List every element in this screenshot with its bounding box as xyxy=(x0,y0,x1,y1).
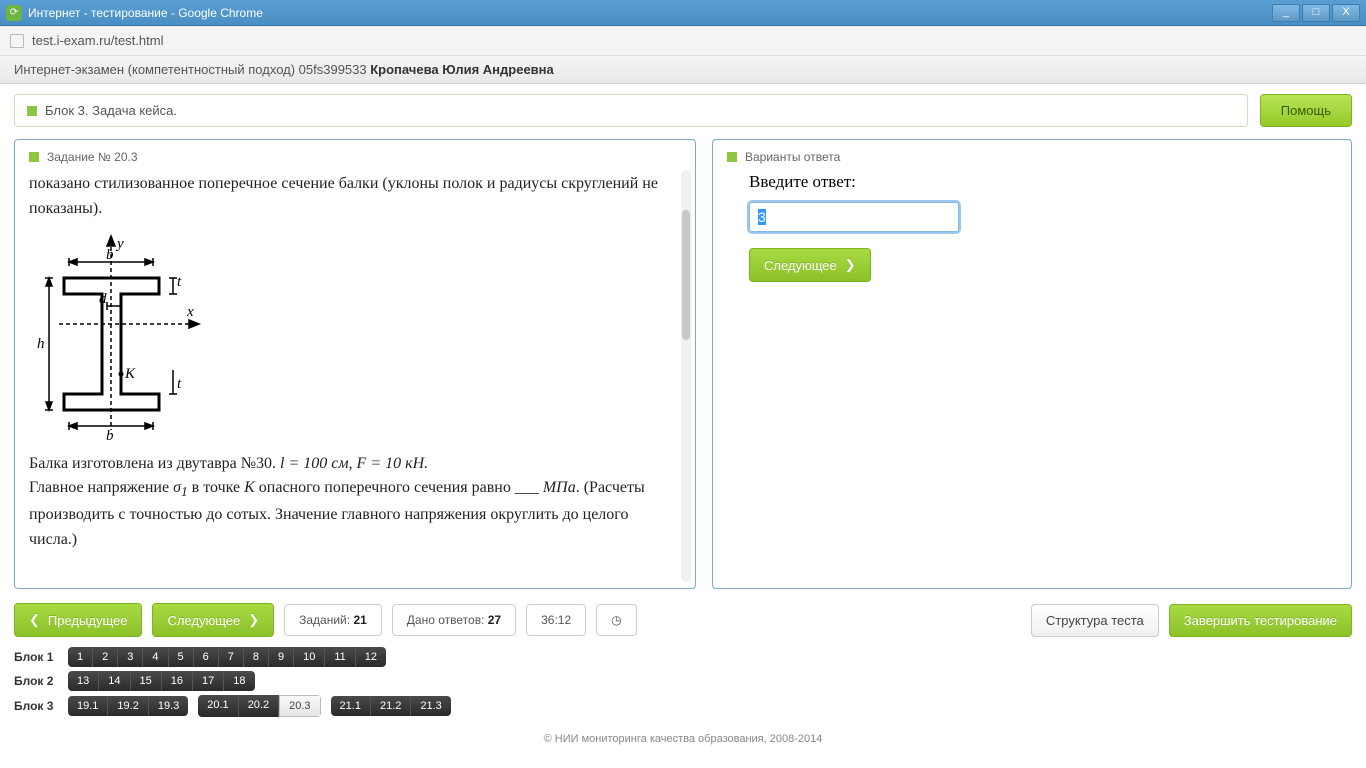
exam-header: Интернет-экзамен (компетентностный подхо… xyxy=(0,56,1366,84)
chevron-right-icon: ❯ xyxy=(845,257,856,273)
beam-diagram: y x b t d h K t b xyxy=(29,222,663,452)
block-info-bar: Блок 3. Задача кейса. xyxy=(14,94,1248,127)
svg-text:b: b xyxy=(106,247,114,263)
task-pill-16[interactable]: 16 xyxy=(162,671,193,691)
task-p3: Главное напряжение σ1 в точке K опасного… xyxy=(29,476,663,552)
task-pill-1[interactable]: 1 xyxy=(68,647,93,667)
close-button[interactable]: X xyxy=(1332,4,1360,22)
task-title: Задание № 20.3 xyxy=(47,150,138,164)
footer-copyright: © НИИ мониторинга качества образования, … xyxy=(0,731,1366,749)
task-pill-14[interactable]: 14 xyxy=(99,671,130,691)
answered-count: Дано ответов: 27 xyxy=(392,604,516,636)
svg-text:b: b xyxy=(106,428,114,440)
task-pill-15[interactable]: 15 xyxy=(131,671,162,691)
task-pill-12[interactable]: 12 xyxy=(356,647,386,667)
task-pill-21.1[interactable]: 21.1 xyxy=(331,696,371,716)
maximize-button[interactable]: □ xyxy=(1302,4,1330,22)
finish-button[interactable]: Завершить тестирование xyxy=(1169,604,1352,637)
clock-icon[interactable]: ◷ xyxy=(596,604,636,636)
svg-text:h: h xyxy=(37,336,45,352)
task-pill-3[interactable]: 3 xyxy=(118,647,143,667)
task-pill-10[interactable]: 10 xyxy=(294,647,325,667)
block1-label: Блок 1 xyxy=(14,650,68,664)
block2-label: Блок 2 xyxy=(14,674,68,688)
task-content: показано стилизованное поперечное сечени… xyxy=(29,172,681,580)
svg-text:t: t xyxy=(177,274,182,290)
minimize-button[interactable]: _ xyxy=(1272,4,1300,22)
svg-text:x: x xyxy=(186,304,194,320)
task-scrollbar[interactable] xyxy=(681,170,691,582)
footer-controls: ❮Предыдущее Следующее❯ Заданий: 21 Дано … xyxy=(0,595,1366,645)
square-icon xyxy=(27,106,37,116)
task-pill-13[interactable]: 13 xyxy=(68,671,99,691)
structure-button[interactable]: Структура теста xyxy=(1031,604,1159,637)
task-pill-7[interactable]: 7 xyxy=(219,647,244,667)
block3-group3: 21.121.221.3 xyxy=(331,696,451,716)
task-pill-19.2[interactable]: 19.2 xyxy=(108,696,148,716)
answer-label: Введите ответ: xyxy=(749,172,1337,192)
task-pill-6[interactable]: 6 xyxy=(194,647,219,667)
url-text: test.i-exam.ru/test.html xyxy=(32,33,163,48)
block2-pills: 131415161718 xyxy=(68,671,255,691)
chevron-left-icon: ❮ xyxy=(29,612,40,628)
block-info-text: Блок 3. Задача кейса. xyxy=(45,103,177,118)
exam-prefix: Интернет-экзамен (компетентностный подхо… xyxy=(14,62,370,77)
chevron-right-icon: ❯ xyxy=(248,612,259,628)
task-pill-18[interactable]: 18 xyxy=(224,671,254,691)
task-pill-19.1[interactable]: 19.1 xyxy=(68,696,108,716)
answer-panel: Варианты ответа Введите ответ: Следующее… xyxy=(712,139,1352,589)
block3-group1: 19.119.219.3 xyxy=(68,696,188,716)
block3-group2: 20.120.220.3 xyxy=(198,695,320,717)
task-panel: Задание № 20.3 показано стилизованное по… xyxy=(14,139,696,589)
svg-text:t: t xyxy=(177,376,182,392)
url-bar[interactable]: test.i-exam.ru/test.html xyxy=(0,26,1366,56)
block3-label: Блок 3 xyxy=(14,699,68,713)
answer-input[interactable] xyxy=(749,202,959,232)
task-pill-11[interactable]: 11 xyxy=(325,647,355,667)
task-pill-21.2[interactable]: 21.2 xyxy=(371,696,411,716)
window-titlebar: ⟳ Интернет - тестирование - Google Chrom… xyxy=(0,0,1366,26)
window-title: Интернет - тестирование - Google Chrome xyxy=(28,6,1270,20)
square-icon xyxy=(29,152,39,162)
app-icon: ⟳ xyxy=(6,5,22,21)
task-pill-19.3[interactable]: 19.3 xyxy=(149,696,188,716)
task-pill-2[interactable]: 2 xyxy=(93,647,118,667)
task-p2: Балка изготовлена из двутавра №30. l = 1… xyxy=(29,452,663,477)
svg-text:K: K xyxy=(124,366,136,382)
task-pill-20.1[interactable]: 20.1 xyxy=(198,695,238,717)
task-pill-21.3[interactable]: 21.3 xyxy=(411,696,450,716)
task-pill-5[interactable]: 5 xyxy=(169,647,194,667)
help-button[interactable]: Помощь xyxy=(1260,94,1352,127)
answer-panel-title: Варианты ответа xyxy=(745,150,840,164)
blocks-nav: Блок 1 123456789101112 Блок 2 1314151617… xyxy=(0,645,1366,731)
page-icon xyxy=(10,34,24,48)
prev-button[interactable]: ❮Предыдущее xyxy=(14,603,142,637)
next-button[interactable]: Следующее❯ xyxy=(152,603,274,637)
svg-text:d: d xyxy=(99,291,107,307)
task-pill-4[interactable]: 4 xyxy=(143,647,168,667)
task-count: Заданий: 21 xyxy=(284,604,382,636)
svg-text:y: y xyxy=(115,236,124,252)
square-icon xyxy=(727,152,737,162)
task-pill-9[interactable]: 9 xyxy=(269,647,294,667)
student-name: Кропачева Юлия Андреевна xyxy=(370,62,554,77)
task-pill-17[interactable]: 17 xyxy=(193,671,224,691)
task-pill-20.2[interactable]: 20.2 xyxy=(239,695,279,717)
block1-pills: 123456789101112 xyxy=(68,647,386,667)
timer: 36:12 xyxy=(526,604,586,636)
answer-next-button[interactable]: Следующее❯ xyxy=(749,248,871,282)
task-p1: показано стилизованное поперечное сечени… xyxy=(29,172,663,222)
task-pill-8[interactable]: 8 xyxy=(244,647,269,667)
task-pill-20.3[interactable]: 20.3 xyxy=(279,695,320,717)
